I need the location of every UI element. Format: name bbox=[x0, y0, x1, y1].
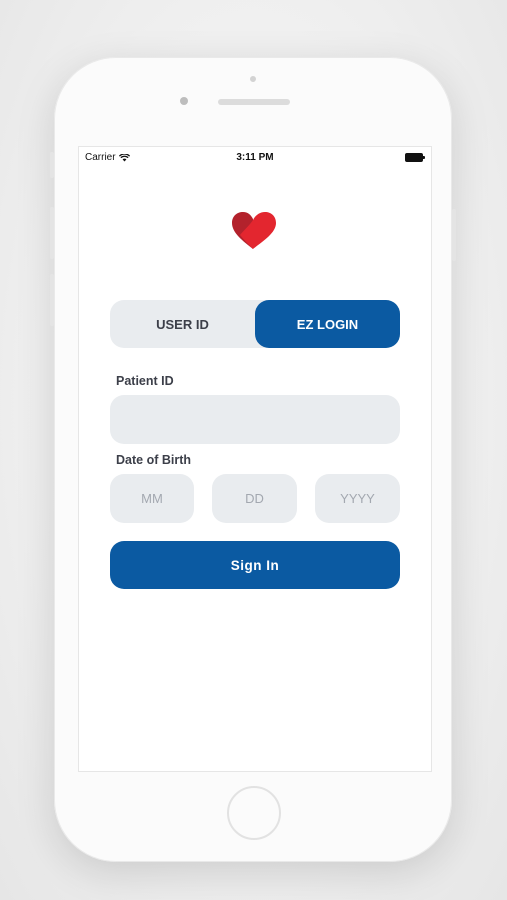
patient-id-input[interactable] bbox=[110, 395, 400, 444]
sign-in-button[interactable]: Sign In bbox=[110, 541, 400, 589]
volume-down-button bbox=[50, 274, 54, 326]
login-mode-toggle: USER ID EZ LOGIN bbox=[110, 300, 400, 348]
status-bar: Carrier 3:11 PM bbox=[79, 147, 431, 167]
front-camera bbox=[180, 97, 188, 105]
birth-day-input[interactable] bbox=[212, 474, 297, 523]
tab-user-id[interactable]: USER ID bbox=[110, 300, 255, 348]
tab-ez-login[interactable]: EZ LOGIN bbox=[255, 300, 400, 348]
phone-frame: Carrier 3:11 PM USER ID EZ LOGIN Patient… bbox=[50, 57, 456, 862]
volume-up-button bbox=[50, 207, 54, 259]
mute-switch bbox=[50, 152, 54, 178]
app-screen: Carrier 3:11 PM USER ID EZ LOGIN Patient… bbox=[78, 146, 432, 772]
earpiece-speaker bbox=[218, 99, 290, 105]
patient-id-label: Patient ID bbox=[116, 374, 174, 388]
proximity-sensor bbox=[250, 76, 256, 82]
birth-month-input[interactable] bbox=[110, 474, 194, 523]
birth-year-input[interactable] bbox=[315, 474, 400, 523]
heart-icon bbox=[232, 212, 276, 249]
date-of-birth-label: Date of Birth bbox=[116, 453, 191, 467]
battery-icon bbox=[405, 153, 425, 162]
home-button bbox=[227, 786, 281, 840]
power-button bbox=[452, 209, 456, 261]
status-time: 3:11 PM bbox=[236, 152, 274, 163]
